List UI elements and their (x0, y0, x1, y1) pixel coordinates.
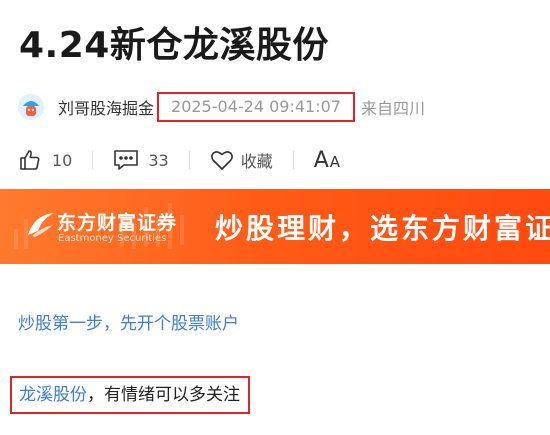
font-size-button[interactable]: A A (314, 148, 340, 173)
favorite-label: 收藏 (240, 152, 273, 171)
font-size-small-glyph: A (329, 152, 341, 171)
divider (92, 151, 94, 169)
comment-count: 33 (148, 150, 169, 170)
heart-icon (210, 149, 234, 171)
banner-slogan: 炒股理财，选东方财富证 (215, 212, 550, 245)
comment-icon (113, 148, 139, 172)
author-avatar[interactable] (18, 94, 44, 120)
article-meta: 刘哥股海掘金 2025-04-24 09:41:07 来自四川 (18, 92, 425, 122)
like-button[interactable]: 10 (18, 148, 72, 172)
paragraph-text: ，有情绪可以多关注 (87, 385, 240, 405)
brand-name-english: Eastmoney Securities (58, 233, 167, 244)
publish-datetime: 2025-04-24 09:41:07 (157, 92, 355, 122)
brand-name: 东方财富证券 (57, 212, 178, 234)
like-count: 10 (52, 150, 73, 170)
stock-link[interactable]: 龙溪股份 (19, 385, 87, 405)
content-paragraph: 龙溪股份，有情绪可以多关注 (10, 376, 250, 414)
publish-location: 来自四川 (360, 99, 425, 118)
divider (292, 151, 294, 169)
action-bar: 10 33 收藏 A A (18, 145, 340, 175)
article-title: 4.24新仓龙溪股份 (19, 25, 329, 66)
thumbs-up-icon (18, 148, 42, 172)
eastmoney-logo-icon (26, 209, 56, 243)
divider (188, 151, 190, 169)
ad-banner[interactable]: 东方财富证券 Eastmoney Securities 炒股理财，选东方财富证 (0, 189, 550, 264)
comment-button[interactable]: 33 (113, 148, 169, 172)
favorite-button[interactable]: 收藏 (210, 148, 273, 172)
font-size-large-glyph: A (313, 147, 329, 173)
author-name[interactable]: 刘哥股海掘金 (58, 95, 154, 119)
open-account-link[interactable]: 炒股第一步，先开个股票账户 (18, 309, 239, 334)
